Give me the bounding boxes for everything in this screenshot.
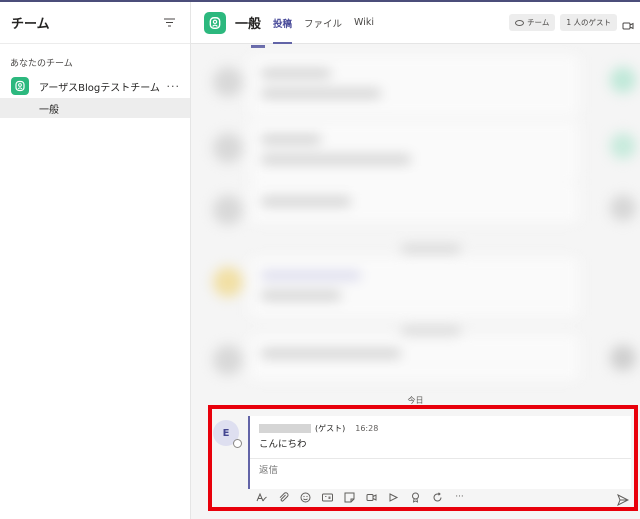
more-icon[interactable]: ··· (454, 492, 465, 503)
avatar[interactable]: E (213, 420, 242, 448)
header-actions: チーム 1 人のゲスト (509, 14, 634, 31)
message-time: 16:28 (355, 424, 379, 433)
message-card[interactable]: (ゲスト) 16:28 こんにちわ (248, 416, 631, 489)
channel-title: 一般 (235, 17, 262, 32)
tab-posts[interactable]: 投稿 (273, 2, 293, 44)
sticker-icon[interactable] (344, 492, 355, 503)
team-more-options-icon[interactable]: ··· (167, 80, 181, 93)
channel-header: 一般 投稿 ファイル Wiki チーム 1 人のゲスト (191, 2, 640, 44)
your-teams-label: あなたのチーム (10, 59, 73, 69)
message-feed[interactable] (191, 45, 640, 395)
sidebar-channel-general[interactable]: 一般 (0, 98, 190, 118)
sidebar-title: チーム (11, 17, 50, 32)
tab-files[interactable]: ファイル (304, 2, 342, 44)
gif-icon[interactable] (322, 492, 333, 503)
team-avatar-icon (11, 77, 29, 95)
teams-sidebar: チーム あなたのチーム アーザスBlogテストチーム ··· 一般 (0, 2, 191, 519)
send-icon[interactable] (617, 491, 630, 507)
channel-team-icon (204, 11, 226, 34)
praise-icon[interactable] (410, 492, 421, 503)
guest-label: (ゲスト) (315, 424, 346, 433)
team-visibility-button[interactable]: チーム (509, 14, 556, 31)
sidebar-team-item[interactable]: アーザスBlogテストチーム ··· (0, 75, 190, 97)
meet-now-icon[interactable] (622, 17, 634, 29)
meet-icon[interactable] (366, 492, 377, 503)
tab-wiki[interactable]: Wiki (354, 2, 374, 44)
filter-icon[interactable] (162, 16, 176, 30)
avatar-initial: E (222, 427, 230, 439)
team-pill-label: チーム (527, 18, 550, 27)
compose-toolbar: ··· (248, 489, 631, 507)
reply-divider (250, 458, 631, 459)
channel-main: 一般 投稿 ファイル Wiki チーム 1 人のゲスト 今日 E (ゲスト) 1… (191, 2, 640, 519)
redacted-sender-name (259, 424, 311, 433)
guest-count-button[interactable]: 1 人のゲスト (560, 14, 617, 31)
eye-icon (515, 19, 525, 26)
presence-status-icon (233, 439, 242, 448)
attach-icon[interactable] (278, 491, 289, 503)
team-name: アーザスBlogテストチーム (39, 82, 160, 94)
loop-icon[interactable] (432, 491, 443, 503)
channel-name: 一般 (39, 104, 59, 116)
message-meta: (ゲスト) 16:28 (259, 423, 378, 434)
message-body: こんにちわ (259, 439, 307, 450)
emoji-icon[interactable] (300, 492, 311, 503)
format-icon[interactable] (256, 492, 267, 503)
stream-icon[interactable] (388, 492, 399, 503)
blurred-messages (191, 45, 640, 395)
sidebar-header: チーム (0, 2, 190, 44)
reply-input[interactable] (259, 465, 391, 476)
